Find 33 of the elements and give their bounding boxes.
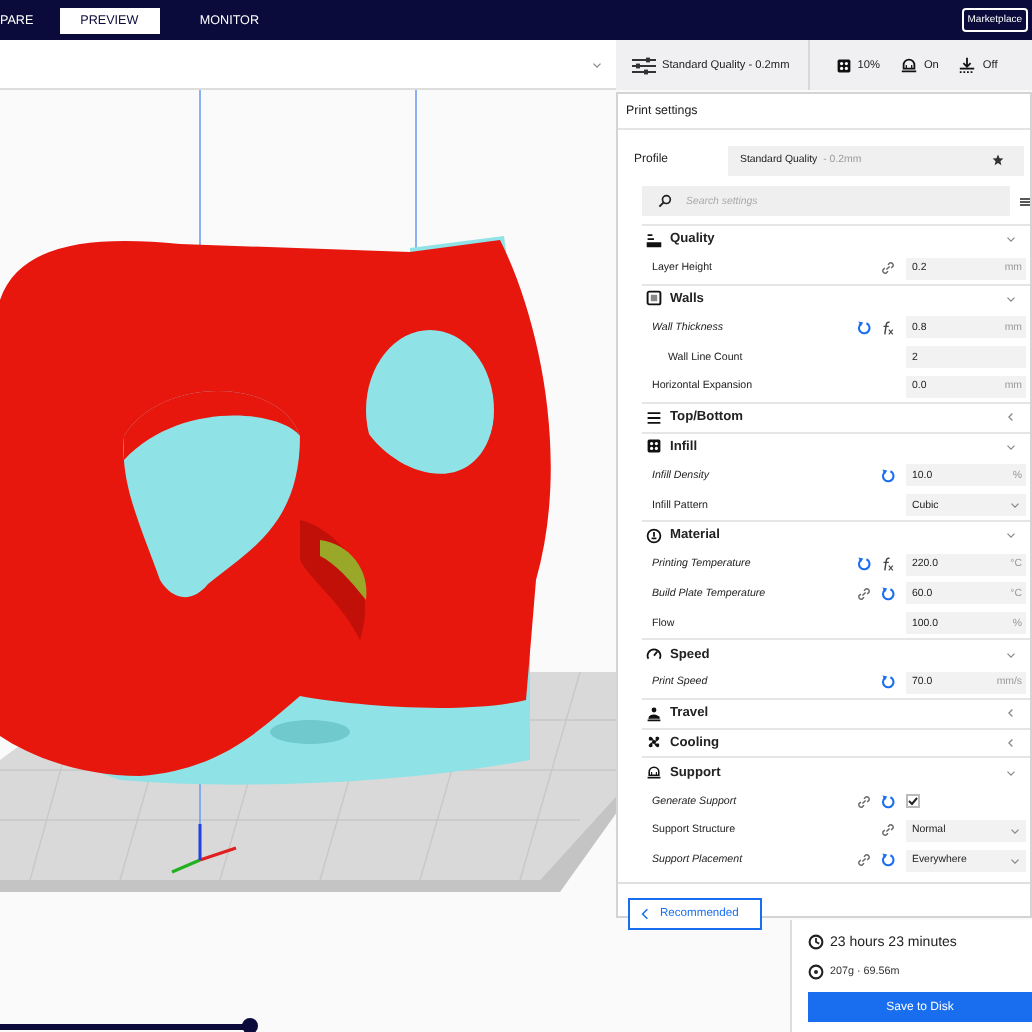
checkbox[interactable]	[906, 794, 920, 809]
walls-icon	[646, 290, 662, 307]
back-icon	[640, 907, 650, 920]
reset-icon[interactable]	[880, 585, 896, 602]
caret-icon	[1008, 498, 1022, 513]
material-icon	[646, 527, 662, 544]
infill-icon	[646, 438, 662, 455]
clock-icon	[808, 934, 824, 950]
reset-icon[interactable]	[880, 467, 896, 484]
quality-icon	[646, 231, 662, 248]
layer-slider-handle[interactable]	[242, 1018, 258, 1032]
reset-icon[interactable]	[856, 319, 872, 336]
layers-icon	[646, 409, 662, 426]
support-icon	[646, 764, 662, 781]
reset-icon[interactable]	[880, 852, 896, 869]
menu-icon	[1020, 193, 1030, 209]
chevron-icon[interactable]	[1004, 410, 1018, 425]
fan-icon	[646, 734, 662, 751]
sliders-icon	[632, 55, 656, 75]
infill-icon	[835, 57, 852, 73]
chevron-icon[interactable]	[1004, 528, 1018, 543]
chevron-icon[interactable]	[1004, 232, 1018, 247]
speed-icon	[646, 646, 662, 663]
chevron-icon[interactable]	[1004, 735, 1018, 750]
reset-icon[interactable]	[880, 793, 896, 810]
axis-gizmo-drawing	[171, 824, 237, 874]
reset-icon[interactable]	[856, 556, 872, 573]
support-icon	[899, 56, 918, 74]
adhesion-icon	[958, 56, 977, 74]
reset-icon[interactable]	[880, 674, 896, 691]
chevron-icon[interactable]	[1004, 706, 1018, 721]
star-icon	[992, 154, 1004, 166]
search-icon	[658, 194, 672, 208]
